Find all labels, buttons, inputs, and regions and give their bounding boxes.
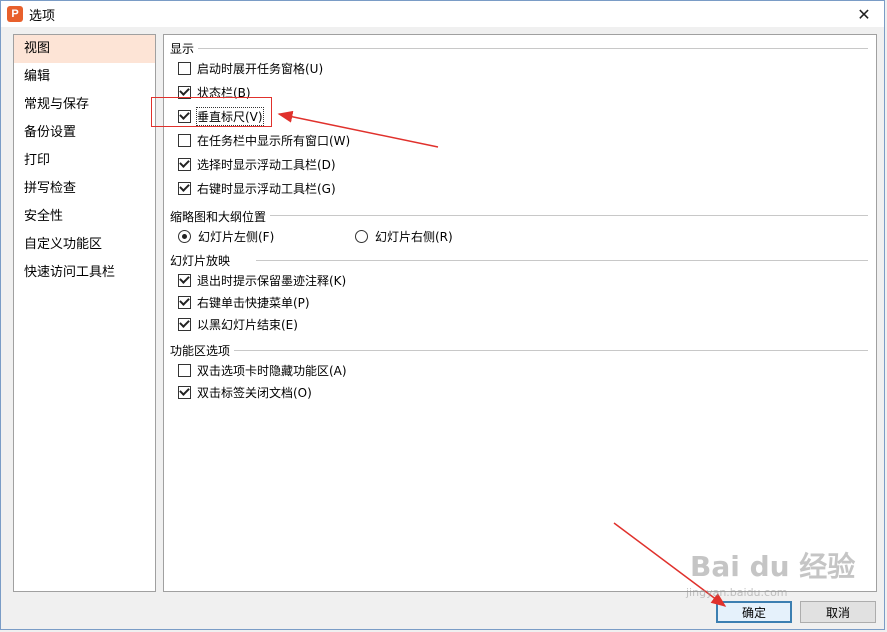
radio-dot [178,229,191,243]
app-icon: P [7,6,23,22]
group-divider [234,350,868,351]
title-bar: P 选项 ✕ [1,1,884,27]
ok-button[interactable]: 确定 [716,601,792,623]
sidebar-item-backup[interactable]: 备份设置 [14,119,155,147]
radio-label: 幻灯片左侧(F) [198,229,275,244]
checkbox-label: 状态栏(B) [197,85,251,100]
group-title-thumbnail: 缩略图和大纲位置 [170,208,271,225]
radio-slide-right[interactable]: 幻灯片右侧(R) [355,226,453,246]
checkbox-status-bar[interactable]: 状态栏(B) [178,82,251,102]
checkbox-label: 右键时显示浮动工具栏(G) [197,181,336,196]
sidebar-item-custom-ribbon[interactable]: 自定义功能区 [14,231,155,259]
group-divider [256,260,868,261]
checkbox-rightclick-menu[interactable]: 右键单击快捷菜单(P) [178,292,310,312]
sidebar-item-spellcheck[interactable]: 拼写检查 [14,175,155,203]
checkbox-label: 退出时提示保留墨迹注释(K) [197,273,347,288]
dialog-title: 选项 [29,8,56,24]
checkbox-end-black-slide[interactable]: 以黑幻灯片结束(E) [178,314,298,334]
checkbox-hide-ribbon[interactable]: 双击选项卡时隐藏功能区(A) [178,360,347,380]
checkbox-label: 启动时展开任务窗格(U) [197,61,324,76]
checkbox-ink-annotations[interactable]: 退出时提示保留墨迹注释(K) [178,270,346,290]
checkbox-box [178,157,191,171]
checkbox-box [178,61,191,75]
checkbox-vertical-ruler[interactable]: 垂直标尺(V) [178,106,264,126]
radio-dot [355,229,368,243]
settings-panel: 显示 启动时展开任务窗格(U) 状态栏(B) 垂直标尺(V) 在任务栏中显示所有… [163,34,877,592]
checkbox-label: 垂直标尺(V) [196,106,264,126]
checkbox-box [178,295,191,309]
checkbox-box [178,385,191,399]
checkbox-box [178,273,191,287]
group-title-ribbon: 功能区选项 [170,342,235,359]
checkbox-box [178,363,191,377]
checkbox-box [178,317,191,331]
radio-label: 幻灯片右侧(R) [375,229,453,244]
category-sidebar: 视图 编辑 常规与保存 备份设置 打印 拼写检查 安全性 自定义功能区 快速访问… [13,34,156,592]
sidebar-item-security[interactable]: 安全性 [14,203,155,231]
checkbox-label: 在任务栏中显示所有窗口(W) [197,133,351,148]
checkbox-expand-task-pane[interactable]: 启动时展开任务窗格(U) [178,58,323,78]
sidebar-item-edit[interactable]: 编辑 [14,63,155,91]
group-title-display: 显示 [170,40,199,57]
checkbox-box [178,133,191,147]
checkbox-label: 双击选项卡时隐藏功能区(A) [197,363,347,378]
checkbox-dblclick-close[interactable]: 双击标签关闭文档(O) [178,382,312,402]
checkbox-show-all-windows[interactable]: 在任务栏中显示所有窗口(W) [178,130,350,150]
cancel-button[interactable]: 取消 [800,601,876,623]
options-dialog: P 选项 ✕ 视图 编辑 常规与保存 备份设置 打印 拼写检查 安全性 自定义功… [0,0,885,630]
group-divider [268,215,868,216]
close-icon: ✕ [857,4,871,24]
checkbox-floating-toolbar-rightclick[interactable]: 右键时显示浮动工具栏(G) [178,178,336,198]
checkbox-box [178,85,191,99]
group-divider [198,48,868,49]
checkbox-label: 以黑幻灯片结束(E) [197,317,298,332]
sidebar-item-print[interactable]: 打印 [14,147,155,175]
checkbox-label: 双击标签关闭文档(O) [197,385,312,400]
sidebar-item-quick-access[interactable]: 快速访问工具栏 [14,259,155,287]
radio-slide-left[interactable]: 幻灯片左侧(F) [178,226,274,246]
sidebar-item-general-save[interactable]: 常规与保存 [14,91,155,119]
close-button[interactable]: ✕ [850,2,878,26]
checkbox-label: 右键单击快捷菜单(P) [197,295,310,310]
checkbox-box [178,109,191,123]
checkbox-floating-toolbar-select[interactable]: 选择时显示浮动工具栏(D) [178,154,336,174]
checkbox-box [178,181,191,195]
sidebar-item-view[interactable]: 视图 [14,35,155,63]
group-title-slideshow: 幻灯片放映 [170,252,235,269]
checkbox-label: 选择时显示浮动工具栏(D) [197,157,336,172]
